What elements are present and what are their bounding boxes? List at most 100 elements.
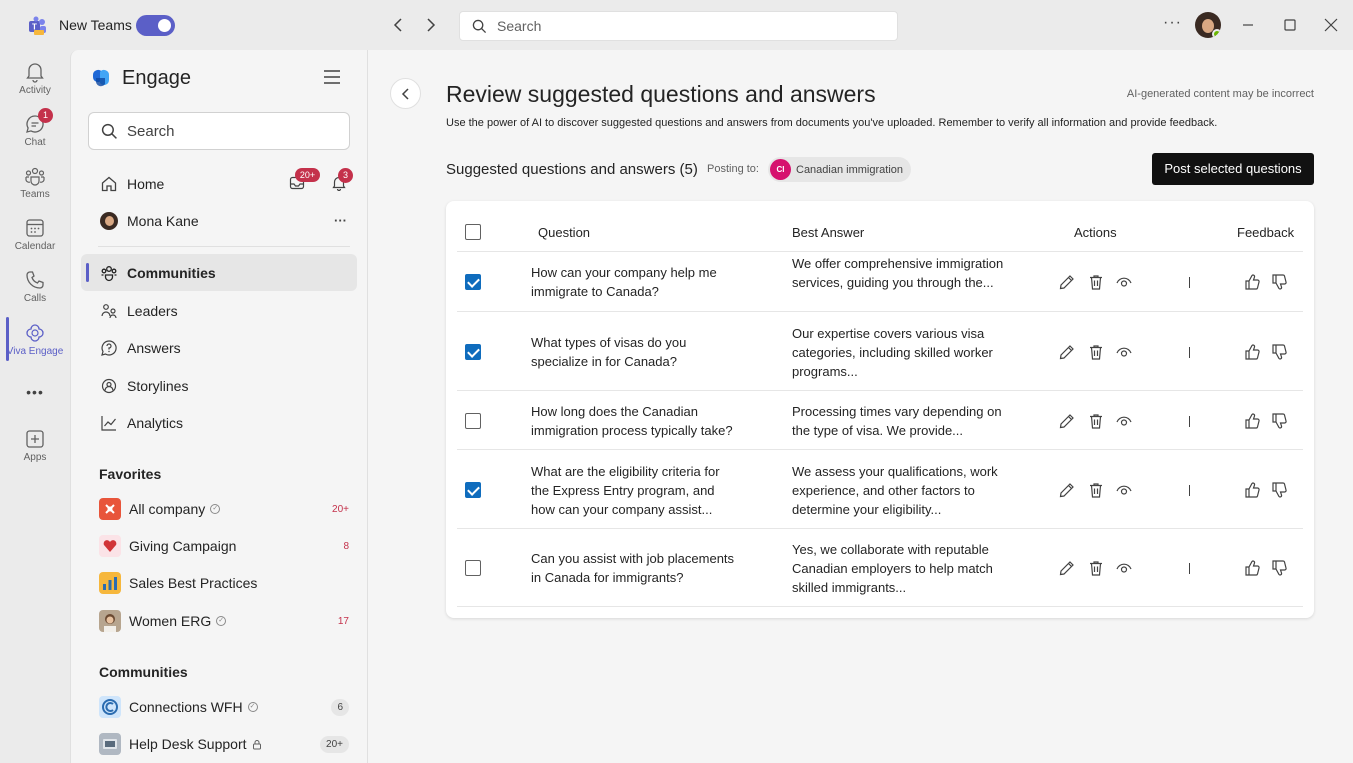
table-header: Question Best Answer Actions Feedback xyxy=(446,201,1314,252)
rail-more-icon[interactable]: ••• xyxy=(0,384,70,400)
rail-item-viva-engage[interactable]: Viva Engage xyxy=(0,317,70,361)
thumbs-down-icon[interactable] xyxy=(1270,412,1288,430)
thumbs-down-icon[interactable] xyxy=(1270,343,1288,361)
bell-badge: 3 xyxy=(338,168,353,183)
favorite-giving-campaign[interactable]: Giving Campaign 8 xyxy=(99,533,349,559)
preview-eye-icon[interactable] xyxy=(1115,481,1133,499)
column-header-actions: Actions xyxy=(1074,225,1117,240)
rail-item-calls[interactable]: Calls xyxy=(0,268,70,304)
column-header-feedback: Feedback xyxy=(1237,225,1295,240)
row-checkbox[interactable] xyxy=(465,343,481,360)
close-icon[interactable] xyxy=(1321,14,1341,36)
communities-icon xyxy=(101,265,117,281)
nav-communities[interactable]: Communities xyxy=(81,254,357,291)
back-arrow-icon[interactable] xyxy=(387,13,411,37)
rail-item-teams[interactable]: Teams xyxy=(0,164,70,200)
unread-count: 20+ xyxy=(320,735,349,753)
community-name: Women ERG xyxy=(129,613,212,629)
new-teams-toggle[interactable] xyxy=(136,15,175,36)
delete-trash-icon[interactable] xyxy=(1087,343,1105,361)
thumbs-up-icon[interactable] xyxy=(1243,273,1261,291)
back-button[interactable] xyxy=(390,78,421,109)
post-selected-button[interactable]: Post selected questions xyxy=(1152,153,1314,185)
row-checkbox[interactable] xyxy=(465,274,481,290)
preview-eye-icon[interactable] xyxy=(1115,559,1133,577)
women-erg-icon xyxy=(99,610,121,632)
rail-item-calendar[interactable]: Calendar xyxy=(0,216,70,252)
communities-heading: Communities xyxy=(99,664,188,680)
community-connections-wfh[interactable]: Connections WFH ✓ 6 xyxy=(99,694,349,720)
nav-answers[interactable]: Answers xyxy=(81,329,357,366)
phone-icon xyxy=(26,271,44,289)
leaders-icon xyxy=(101,303,117,318)
delete-trash-icon[interactable] xyxy=(1087,412,1105,430)
forward-arrow-icon[interactable] xyxy=(418,13,442,37)
nav-storylines[interactable]: Storylines xyxy=(81,367,357,404)
global-search-input[interactable]: Search xyxy=(459,11,898,41)
edit-pencil-icon[interactable] xyxy=(1058,412,1076,430)
preview-eye-icon[interactable] xyxy=(1115,412,1133,430)
thumbs-up-icon[interactable] xyxy=(1243,481,1261,499)
delete-trash-icon[interactable] xyxy=(1087,481,1105,499)
delete-trash-icon[interactable] xyxy=(1087,273,1105,291)
hamburger-menu-icon[interactable] xyxy=(324,70,340,84)
main-content: Review suggested questions and answers A… xyxy=(368,50,1353,763)
nav-profile[interactable]: Mona Kane ··· xyxy=(81,202,357,239)
user-avatar[interactable] xyxy=(1195,12,1221,38)
rail-item-activity[interactable]: Activity xyxy=(0,60,70,96)
edit-pencil-icon[interactable] xyxy=(1058,343,1076,361)
community-name: Connections WFH xyxy=(129,699,243,715)
help-desk-icon xyxy=(99,733,121,755)
search-icon xyxy=(472,19,487,33)
row-checkbox[interactable] xyxy=(465,481,481,498)
engage-search-input[interactable]: Search xyxy=(88,112,350,150)
question-cell: What types of visas do you specialize in… xyxy=(531,334,687,369)
nav-leaders[interactable]: Leaders xyxy=(81,292,357,329)
connections-wfh-icon xyxy=(99,696,121,718)
search-placeholder: Search xyxy=(497,18,542,34)
answer-cell: We assess your qualifications, work expe… xyxy=(792,463,998,517)
edit-pencil-icon[interactable] xyxy=(1058,273,1076,291)
divider xyxy=(1189,415,1190,427)
favorite-all-company[interactable]: All company ✓ 20+ xyxy=(99,496,349,522)
nav-analytics[interactable]: Analytics xyxy=(81,404,357,441)
section-title: Suggested questions and answers (5) xyxy=(446,161,698,178)
row-checkbox[interactable] xyxy=(465,560,481,576)
maximize-icon[interactable] xyxy=(1280,14,1300,36)
engage-logo-icon xyxy=(93,70,109,87)
favorite-sales-best-practices[interactable]: Sales Best Practices xyxy=(99,570,349,596)
favorite-women-erg[interactable]: Women ERG ✓ 17 xyxy=(99,608,349,634)
profile-name: Mona Kane xyxy=(127,212,199,229)
select-all-checkbox[interactable] xyxy=(465,224,481,240)
panel-title: Engage xyxy=(122,66,191,89)
community-name: Help Desk Support xyxy=(129,736,247,752)
rail-item-apps[interactable]: Apps xyxy=(0,427,70,463)
thumbs-up-icon[interactable] xyxy=(1243,343,1261,361)
thumbs-down-icon[interactable] xyxy=(1270,559,1288,577)
more-options-icon[interactable]: ··· xyxy=(1163,14,1182,32)
preview-eye-icon[interactable] xyxy=(1115,343,1133,361)
page-description: Use the power of AI to discover suggeste… xyxy=(446,117,1218,129)
storylines-icon xyxy=(101,378,117,393)
lock-icon xyxy=(252,739,261,749)
row-checkbox[interactable] xyxy=(465,412,481,429)
minimize-icon[interactable] xyxy=(1238,14,1258,36)
search-placeholder: Search xyxy=(127,122,175,140)
thumbs-down-icon[interactable] xyxy=(1270,481,1288,499)
thumbs-up-icon[interactable] xyxy=(1243,412,1261,430)
community-chip[interactable]: CI Canadian immigration xyxy=(768,157,911,182)
favorites-heading: Favorites xyxy=(99,466,162,482)
thumbs-down-icon[interactable] xyxy=(1270,273,1288,291)
preview-eye-icon[interactable] xyxy=(1115,273,1133,291)
profile-more-icon[interactable]: ··· xyxy=(334,213,347,228)
teams-logo-icon: T xyxy=(29,16,46,35)
edit-pencil-icon[interactable] xyxy=(1058,481,1076,499)
thumbs-up-icon[interactable] xyxy=(1243,559,1261,577)
rail-item-chat[interactable]: 1 Chat xyxy=(0,108,70,148)
community-help-desk-support[interactable]: Help Desk Support 20+ xyxy=(99,731,349,757)
table-row: How long does the Canadian immigration p… xyxy=(457,390,1303,449)
delete-trash-icon[interactable] xyxy=(1087,559,1105,577)
teams-icon xyxy=(25,167,45,186)
divider xyxy=(1189,277,1190,288)
edit-pencil-icon[interactable] xyxy=(1058,559,1076,577)
